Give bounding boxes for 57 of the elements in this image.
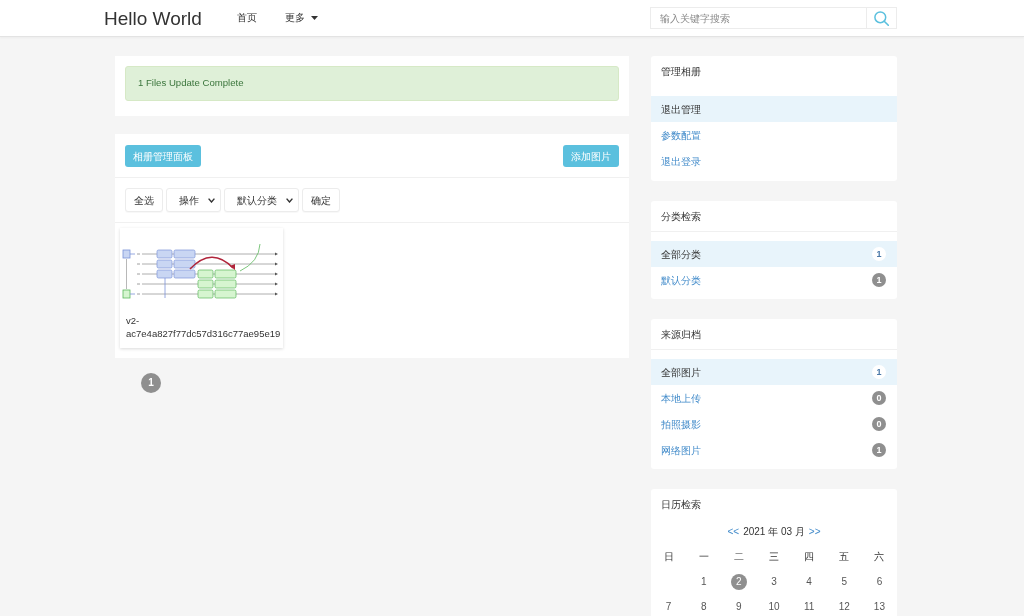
chevron-down-icon <box>286 197 293 203</box>
nav-link[interactable]: 更多 <box>284 13 318 23</box>
photo-card[interactable]: v2-ac7e4a827f77dc57d316c77ae95e19 <box>120 228 283 348</box>
sidebar-item[interactable]: 默认分类 1 <box>651 267 897 293</box>
success-alert: 1 Files Update Complete <box>125 66 619 101</box>
panel-title: 日历检索 <box>661 497 701 512</box>
sidebar-item[interactable]: 退出管理 <box>651 96 897 122</box>
sidebar-item[interactable]: 退出登录 <box>651 148 897 174</box>
search-button[interactable] <box>866 7 897 29</box>
weekday-label: 一 <box>698 550 709 564</box>
caret-icon <box>310 16 318 20</box>
calendar-day[interactable]: 8 <box>695 598 712 615</box>
calendar-day[interactable]: 6 <box>871 573 888 590</box>
calendar-day[interactable]: 1 <box>695 573 712 590</box>
weekday-label: 二 <box>733 550 744 564</box>
weekday-label: 六 <box>874 550 885 564</box>
calendar-day[interactable]: 5 <box>836 573 853 590</box>
toolbar-button[interactable]: 确定 <box>302 188 340 212</box>
panel-title: 分类检索 <box>661 209 701 224</box>
weekday-label: 日 <box>663 550 674 564</box>
brand-title[interactable]: Hello World <box>104 8 202 28</box>
search-field[interactable]: 输入关键字搜索 <box>650 7 866 29</box>
dropdown-select[interactable]: 操作 <box>166 188 221 212</box>
count-badge: 1 <box>872 247 886 261</box>
weekday-label: 四 <box>804 550 815 564</box>
count-badge: 1 <box>872 365 886 379</box>
sidebar-item[interactable]: 本地上传 0 <box>651 385 897 411</box>
calendar-day[interactable]: 11 <box>801 598 818 615</box>
calendar-day[interactable]: 7 <box>660 598 677 615</box>
calendar-day[interactable]: 3 <box>766 573 782 590</box>
calendar-day[interactable]: 12 <box>836 598 853 615</box>
sidebar-item[interactable]: 参数配置 <box>651 122 897 148</box>
dropdown-select[interactable]: 默认分类 <box>224 188 299 212</box>
sidebar-item[interactable]: 全部图片 1 <box>651 359 897 385</box>
nav-link[interactable]: 首页 <box>236 13 257 23</box>
count-badge: 1 <box>872 443 886 457</box>
panel-title: 来源归档 <box>661 327 701 342</box>
weekday-label: 五 <box>839 550 850 564</box>
calendar-day[interactable]: 13 <box>871 598 888 615</box>
count-badge: 0 <box>872 417 886 431</box>
calendar-month: 2021 年 03 月 <box>743 525 805 539</box>
calendar-day[interactable]: 9 <box>730 598 747 615</box>
chevron-down-icon <box>208 197 215 203</box>
sidebar-item[interactable]: 拍照摄影 0 <box>651 411 897 437</box>
search-icon <box>874 10 889 26</box>
previous-month-link[interactable]: << <box>727 524 740 539</box>
weekday-label: 三 <box>769 550 779 564</box>
photo-caption: v2-ac7e4a827f77dc57d316c77ae95e19 <box>125 314 282 341</box>
count-badge: 1 <box>872 273 886 287</box>
sidebar-item[interactable]: 全部分类 1 <box>651 241 897 267</box>
toolbar-button[interactable]: 全选 <box>125 188 163 212</box>
calendar-day[interactable]: 4 <box>801 573 818 590</box>
count-badge: 0 <box>872 391 886 405</box>
next-month-link[interactable]: >> <box>808 524 821 539</box>
sidebar-item[interactable]: 网络图片 1 <box>651 437 897 463</box>
calendar-day[interactable]: 10 <box>766 598 782 615</box>
panel-title: 管理相册 <box>661 64 701 79</box>
